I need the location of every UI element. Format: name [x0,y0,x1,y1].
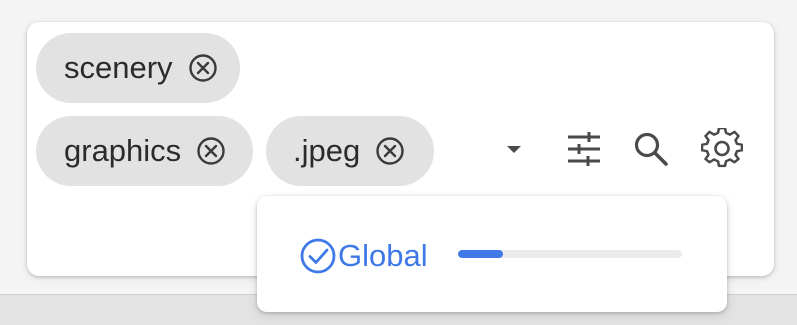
filter-options-button[interactable] [560,128,608,174]
tune-sliders-icon [564,129,604,174]
gear-icon [700,126,744,175]
scope-progress-fill [458,250,503,258]
tag-chip-graphics[interactable]: graphics [36,116,253,186]
scope-option-label: Global [338,238,428,273]
tag-chip-label: .jpeg [293,133,361,168]
close-circle-icon[interactable] [195,135,227,167]
close-circle-icon[interactable] [374,135,406,167]
search-icon [632,130,670,173]
scope-option-global[interactable]: Global [299,234,428,278]
close-circle-icon[interactable] [187,52,219,84]
scope-progress-bar [458,250,682,258]
tag-chip-scenery[interactable]: scenery [36,33,240,103]
scope-dropdown-button[interactable] [500,134,528,168]
settings-button[interactable] [697,126,747,176]
tag-chip-label: graphics [64,133,182,168]
scope-popover: Global [257,196,727,312]
caret-down-icon [504,142,524,160]
search-button[interactable] [628,128,674,174]
tag-chip-jpeg[interactable]: .jpeg [266,116,434,186]
check-circle-icon [299,237,337,275]
tag-chip-label: scenery [64,50,173,85]
